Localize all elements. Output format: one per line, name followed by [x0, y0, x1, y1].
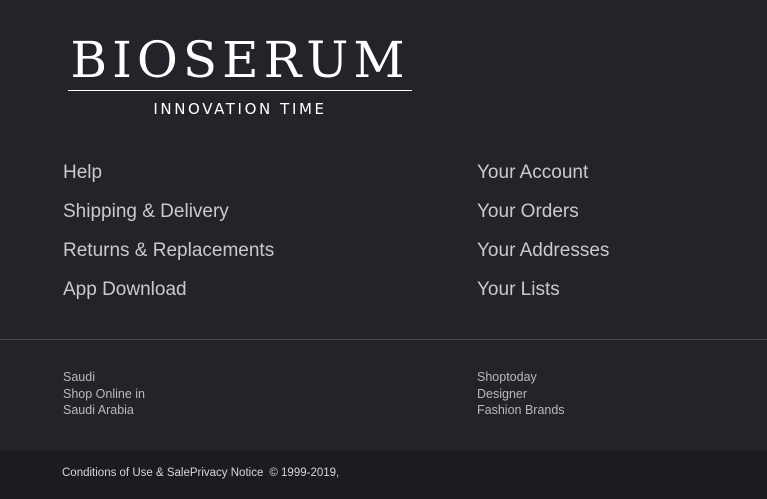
legal-links: Conditions of Use & Sale Privacy Notice © … — [62, 467, 339, 479]
link-app-download[interactable]: App Download — [63, 275, 274, 314]
link-your-orders[interactable]: Your Orders — [477, 197, 609, 236]
region-saudi-link[interactable]: Saudi Shop Online in Saudi Arabia — [63, 369, 145, 419]
help-links: Help Shipping & Delivery Returns & Repla… — [63, 158, 274, 314]
copyright-text: © 1999-2019, — [269, 467, 340, 479]
footer-bottom-bar: Conditions of Use & Sale Privacy Notice © … — [0, 451, 767, 499]
region-left-line3: Saudi Arabia — [63, 403, 134, 417]
brand-logo[interactable]: BIOSERUM INNOVATION TIME — [68, 32, 412, 118]
account-links: Your Account Your Orders Your Addresses … — [477, 158, 609, 314]
region-right-line1: Shoptoday — [477, 370, 537, 384]
link-your-account[interactable]: Your Account — [477, 158, 609, 197]
link-your-addresses[interactable]: Your Addresses — [477, 236, 609, 275]
link-shipping-delivery[interactable]: Shipping & Delivery — [63, 197, 274, 236]
region-left-line1: Saudi — [63, 370, 95, 384]
brand-tagline: INNOVATION TIME — [153, 100, 327, 118]
region-left-line2: Shop Online in — [63, 386, 146, 401]
region-right-line2: Designer — [477, 386, 528, 401]
logo-underline — [68, 90, 412, 91]
privacy-notice-link[interactable]: Privacy Notice — [190, 467, 264, 479]
link-your-lists[interactable]: Your Lists — [477, 275, 609, 314]
link-returns-replacements[interactable]: Returns & Replacements — [63, 236, 274, 275]
shoptoday-link[interactable]: Shoptoday Designer Fashion Brands — [477, 369, 565, 419]
conditions-of-use-link[interactable]: Conditions of Use & Sale — [62, 467, 190, 479]
region-right-line3: Fashion Brands — [477, 403, 565, 417]
link-help[interactable]: Help — [63, 158, 274, 197]
brand-name: BIOSERUM — [70, 31, 410, 89]
footer-divider — [0, 339, 767, 340]
